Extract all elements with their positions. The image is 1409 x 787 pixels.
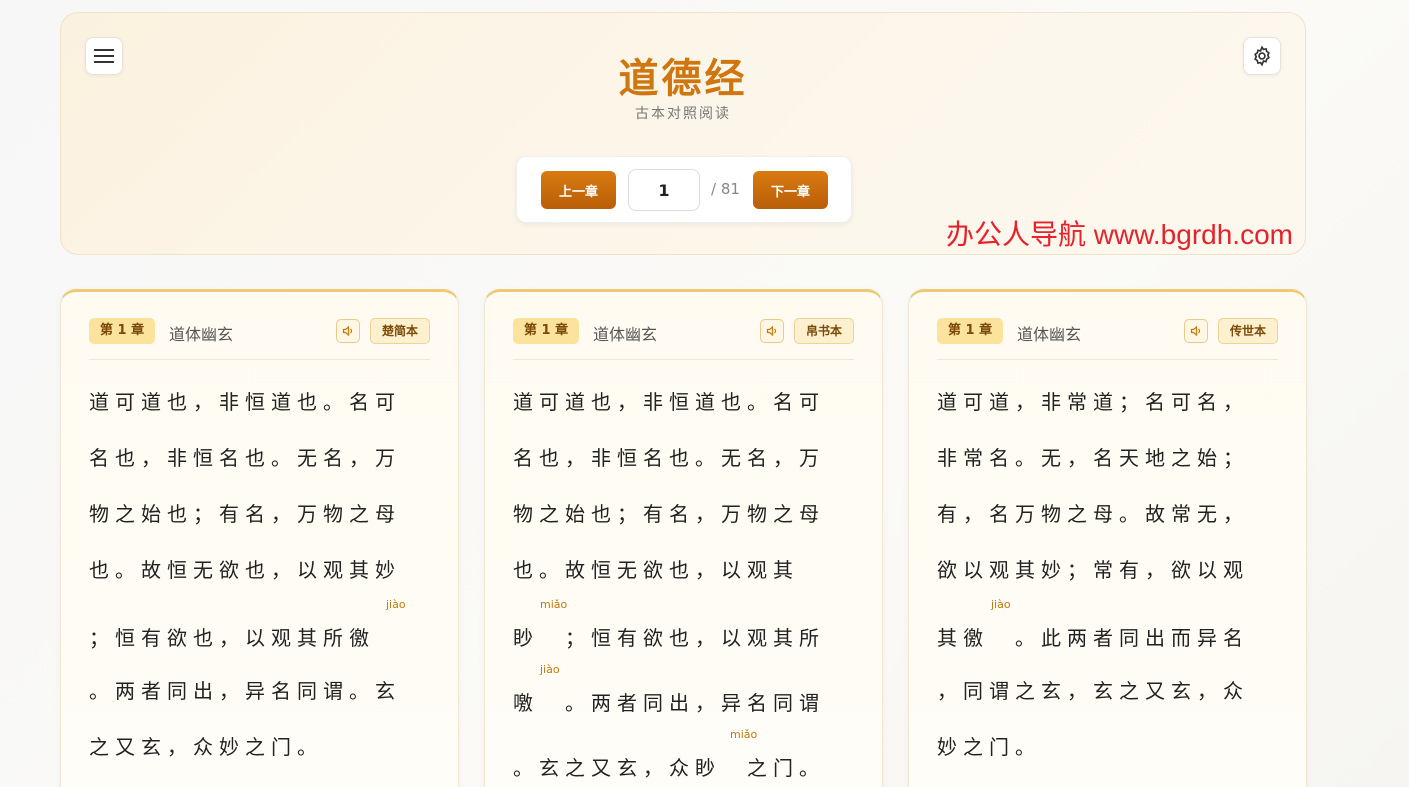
text-line: 欲以观其妙；常有，欲以观 bbox=[937, 558, 1249, 582]
text-line-annotated: jiào ；恒有欲也，以观其所徼 bbox=[89, 598, 430, 663]
text-line: 之又玄，众妙之门。 bbox=[89, 735, 323, 759]
pinyin-annotation: miǎo bbox=[730, 728, 758, 741]
scripture-text: 道可道也，非恒道也。名可 名也，非恒名也。无名，万 物之始也；有名，万物之母 也… bbox=[513, 374, 854, 787]
speaker-icon bbox=[1190, 325, 1201, 337]
text-line: 其徼 。此两者同出而异名 bbox=[937, 626, 1249, 650]
version-tag: 楚简本 bbox=[369, 318, 430, 344]
text-line: ，同谓之玄，玄之又玄，众 bbox=[937, 679, 1249, 703]
text-line: 名也，非恒名也。无名，万 bbox=[513, 446, 825, 470]
watermark-text: 办公人导航 www.bgrdh.com bbox=[946, 219, 1293, 250]
version-tag: 传世本 bbox=[1217, 318, 1278, 344]
text-line: 也。故恒无欲也，以观其妙 bbox=[89, 558, 401, 582]
text-line: 妙之门。 bbox=[937, 735, 1041, 759]
text-line: 名也，非恒名也。无名，万 bbox=[89, 446, 401, 470]
chapter-badge: 第 1 章 bbox=[89, 318, 156, 344]
pinyin-annotation: jiào bbox=[540, 663, 560, 676]
text-line: 也。故恒无欲也，以观其 bbox=[513, 558, 799, 582]
text-line: 。玄之又玄，众眇 之门。 bbox=[513, 756, 825, 780]
chapter-total: / 81 bbox=[711, 180, 740, 198]
chapter-badge: 第 1 章 bbox=[513, 318, 580, 344]
text-line: 非常名。无，名天地之始； bbox=[937, 446, 1249, 470]
text-line: 。两者同出，异名同谓。玄 bbox=[89, 679, 401, 703]
text-line: 物之始也；有名，万物之母 bbox=[513, 502, 825, 526]
pinyin-annotation: jiào bbox=[991, 598, 1011, 611]
version-tag: 帛书本 bbox=[793, 318, 854, 344]
chapter-title: 道体幽玄 bbox=[593, 325, 658, 344]
version-card-chuanshi: 第 1 章 道体幽玄 传世本 道可道，非常道；名可名， 非常名。无，名天地之始；… bbox=[908, 289, 1307, 787]
chapter-badge: 第 1 章 bbox=[937, 318, 1004, 344]
text-line-annotated: miǎo 。玄之又玄，众眇 之门。 bbox=[513, 728, 854, 787]
card-header: 第 1 章 道体幽玄 帛书本 bbox=[513, 318, 854, 360]
card-header: 第 1 章 道体幽玄 传世本 bbox=[937, 318, 1278, 360]
gear-icon bbox=[1254, 45, 1270, 67]
version-card-chujian: 第 1 章 道体幽玄 楚简本 道可道也，非恒道也。名可 名也，非恒名也。无名，万… bbox=[60, 289, 459, 787]
pinyin-annotation: jiào bbox=[386, 598, 406, 611]
text-line-annotated: jiào 其徼 。此两者同出而异名 bbox=[937, 598, 1278, 663]
text-line: 物之始也；有名，万物之母 bbox=[89, 502, 401, 526]
scripture-text: 道可道，非常道；名可名， 非常名。无，名天地之始； 有，名万物之母。故常无， 欲… bbox=[937, 374, 1278, 775]
text-line: 道可道也，非恒道也。名可 bbox=[513, 390, 825, 414]
chapter-title: 道体幽玄 bbox=[1017, 325, 1082, 344]
chapter-title: 道体幽玄 bbox=[169, 325, 234, 344]
page-title: 道德经 bbox=[618, 55, 748, 102]
text-line: ；恒有欲也，以观其所徼 bbox=[89, 626, 375, 650]
speaker-icon bbox=[766, 325, 777, 337]
text-line: 眇 ；恒有欲也，以观其所 bbox=[513, 626, 825, 650]
chapter-navigator: 上一章 / 81 下一章 bbox=[516, 156, 852, 223]
audio-button[interactable] bbox=[1184, 319, 1208, 343]
text-line-annotated: miǎo 眇 ；恒有欲也，以观其所 bbox=[513, 598, 854, 663]
text-line: 有，名万物之母。故常无， bbox=[937, 502, 1249, 526]
speaker-icon bbox=[342, 325, 353, 337]
card-header: 第 1 章 道体幽玄 楚简本 bbox=[89, 318, 430, 360]
text-line: 道可道，非常道；名可名， bbox=[937, 390, 1249, 414]
next-chapter-button[interactable]: 下一章 bbox=[753, 171, 828, 209]
page-subtitle: 古本对照阅读 bbox=[635, 106, 731, 122]
settings-button[interactable] bbox=[1243, 37, 1281, 75]
text-line: 噭 。两者同出，异名同谓 bbox=[513, 691, 825, 715]
chapter-number-input[interactable] bbox=[628, 169, 700, 211]
audio-button[interactable] bbox=[336, 319, 360, 343]
text-line: 道可道也，非恒道也。名可 bbox=[89, 390, 401, 414]
prev-chapter-button[interactable]: 上一章 bbox=[541, 171, 616, 209]
audio-button[interactable] bbox=[760, 319, 784, 343]
version-card-boshu: 第 1 章 道体幽玄 帛书本 道可道也，非恒道也。名可 名也，非恒名也。无名，万… bbox=[484, 289, 883, 787]
pinyin-annotation: miǎo bbox=[540, 598, 568, 611]
scripture-text: 道可道也，非恒道也。名可 名也，非恒名也。无名，万 物之始也；有名，万物之母 也… bbox=[89, 374, 430, 775]
text-line-annotated: jiào 噭 。两者同出，异名同谓 bbox=[513, 663, 854, 728]
